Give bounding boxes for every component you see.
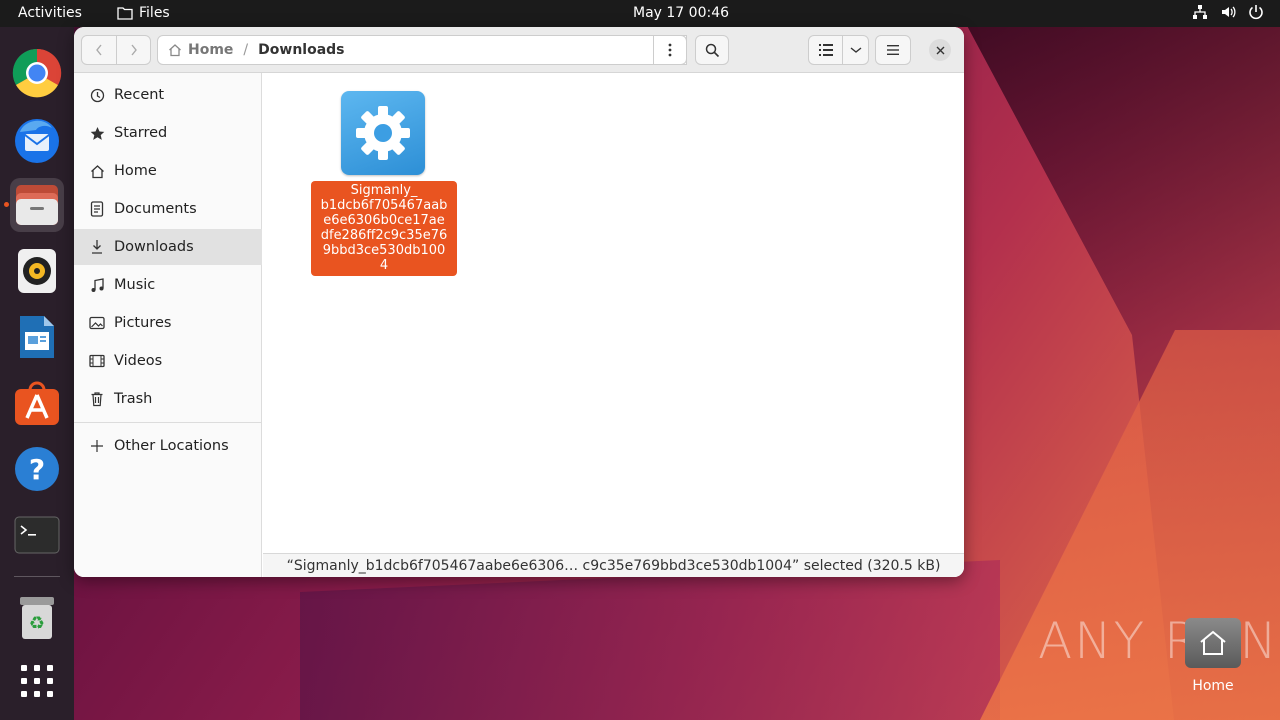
sidebar-item-pictures[interactable]: Pictures [74, 305, 262, 341]
svg-text:?: ? [29, 453, 45, 486]
header-bar: Home / Downloads [74, 27, 964, 73]
sidebar-item-videos[interactable]: Videos [74, 343, 262, 379]
close-icon [936, 46, 944, 54]
sidebar-item-recent[interactable]: Recent [74, 77, 262, 113]
main-menu-button[interactable] [875, 35, 911, 65]
writer-icon[interactable] [10, 310, 64, 364]
sidebar-item-downloads[interactable]: Downloads [74, 229, 262, 265]
dock-separator [14, 576, 60, 577]
view-options-button[interactable] [842, 35, 869, 65]
document-icon [88, 201, 106, 217]
chevron-down-icon [850, 47, 861, 53]
power-icon [1249, 5, 1263, 20]
path-menu-button[interactable] [653, 35, 687, 65]
selection-status: “Sigmanly_b1dcb6f705467aabe6e6306… c9c35… [263, 553, 964, 577]
search-button[interactable] [695, 35, 729, 65]
clock[interactable]: May 17 00:46 [633, 5, 729, 21]
plus-icon [88, 440, 106, 452]
executable-gear-icon [341, 91, 425, 175]
list-view-icon [818, 44, 833, 56]
sidebar-item-label: Videos [114, 353, 163, 369]
close-button[interactable] [929, 39, 951, 61]
trash-icon [88, 391, 106, 407]
help-icon[interactable]: ? [10, 442, 64, 496]
sidebar-item-home[interactable]: Home [74, 153, 262, 189]
app-name: Files [139, 5, 170, 21]
sidebar-item-music[interactable]: Music [74, 267, 262, 303]
sidebar-item-trash[interactable]: Trash [74, 381, 262, 417]
running-indicator [4, 202, 9, 207]
download-icon [88, 239, 106, 255]
star-icon [88, 126, 106, 141]
desktop-home-icon[interactable]: Home [1180, 618, 1246, 694]
clock-icon [88, 88, 106, 103]
system-tray[interactable] [1192, 4, 1264, 20]
sidebar-item-label: Documents [114, 201, 197, 217]
picture-icon [88, 316, 106, 330]
list-view-button[interactable] [808, 35, 843, 65]
search-icon [705, 43, 719, 57]
path-current-folder[interactable]: Downloads [258, 42, 344, 58]
sidebar-item-label: Music [114, 277, 156, 293]
video-icon [88, 354, 106, 368]
volume-icon [1222, 6, 1236, 18]
music-icon [88, 277, 106, 293]
rhythmbox-icon[interactable] [10, 244, 64, 298]
path-home-label: Home [188, 42, 234, 58]
files-window: Home / Downloads Recent Starred Home Doc… [74, 27, 964, 577]
path-bar: Home / Downloads [157, 35, 687, 65]
software-icon[interactable] [10, 376, 64, 430]
file-view[interactable]: Sigmanly_ b1dcb6f705467aab e6e6306b0ce17… [263, 73, 964, 577]
path-separator: / [243, 42, 249, 58]
sidebar-item-label: Starred [114, 125, 168, 141]
top-bar: Activities Files May 17 00:46 [0, 0, 1280, 27]
sidebar-item-label: Downloads [114, 239, 194, 255]
sidebar: Recent Starred Home Documents Downloads … [74, 73, 262, 577]
svg-text:♻: ♻ [29, 613, 45, 634]
sidebar-item-label: Pictures [114, 315, 172, 331]
chrome-icon[interactable] [10, 46, 64, 100]
app-grid-icon[interactable] [10, 654, 64, 708]
file-name-label[interactable]: Sigmanly_ b1dcb6f705467aab e6e6306b0ce17… [311, 181, 457, 276]
hamburger-menu-icon [887, 45, 899, 55]
home-icon [88, 164, 106, 179]
sidebar-item-other-locations[interactable]: Other Locations [74, 428, 262, 464]
sidebar-item-label: Home [114, 163, 157, 179]
activities-button[interactable]: Activities [18, 5, 82, 21]
chevron-right-icon [130, 44, 137, 56]
terminal-icon[interactable] [10, 508, 64, 562]
chevron-left-icon [96, 44, 102, 56]
desktop-home-label: Home [1192, 678, 1234, 694]
folder-icon [117, 7, 133, 20]
kebab-menu-icon [668, 43, 672, 57]
sidebar-item-label: Recent [114, 87, 165, 103]
file-item[interactable]: Sigmanly_ b1dcb6f705467aab e6e6306b0ce17… [311, 91, 457, 276]
home-icon [169, 44, 181, 57]
sidebar-item-label: Other Locations [114, 438, 229, 454]
files-icon[interactable] [10, 178, 64, 232]
sidebar-item-documents[interactable]: Documents [74, 191, 262, 227]
network-icon [1193, 5, 1207, 19]
back-button[interactable] [81, 35, 117, 65]
sidebar-item-label: Trash [114, 391, 153, 407]
wallpaper-shape [300, 560, 1000, 720]
thunderbird-icon[interactable] [10, 112, 64, 166]
sidebar-separator [74, 422, 262, 423]
dock: ? ♻ [0, 27, 74, 720]
forward-button[interactable] [116, 35, 151, 65]
sidebar-item-starred[interactable]: Starred [74, 115, 262, 151]
trash-icon[interactable]: ♻ [10, 591, 64, 645]
home-folder-icon [1185, 618, 1241, 668]
app-menu[interactable]: Files [117, 5, 170, 21]
path-home-button[interactable]: Home [168, 42, 233, 58]
